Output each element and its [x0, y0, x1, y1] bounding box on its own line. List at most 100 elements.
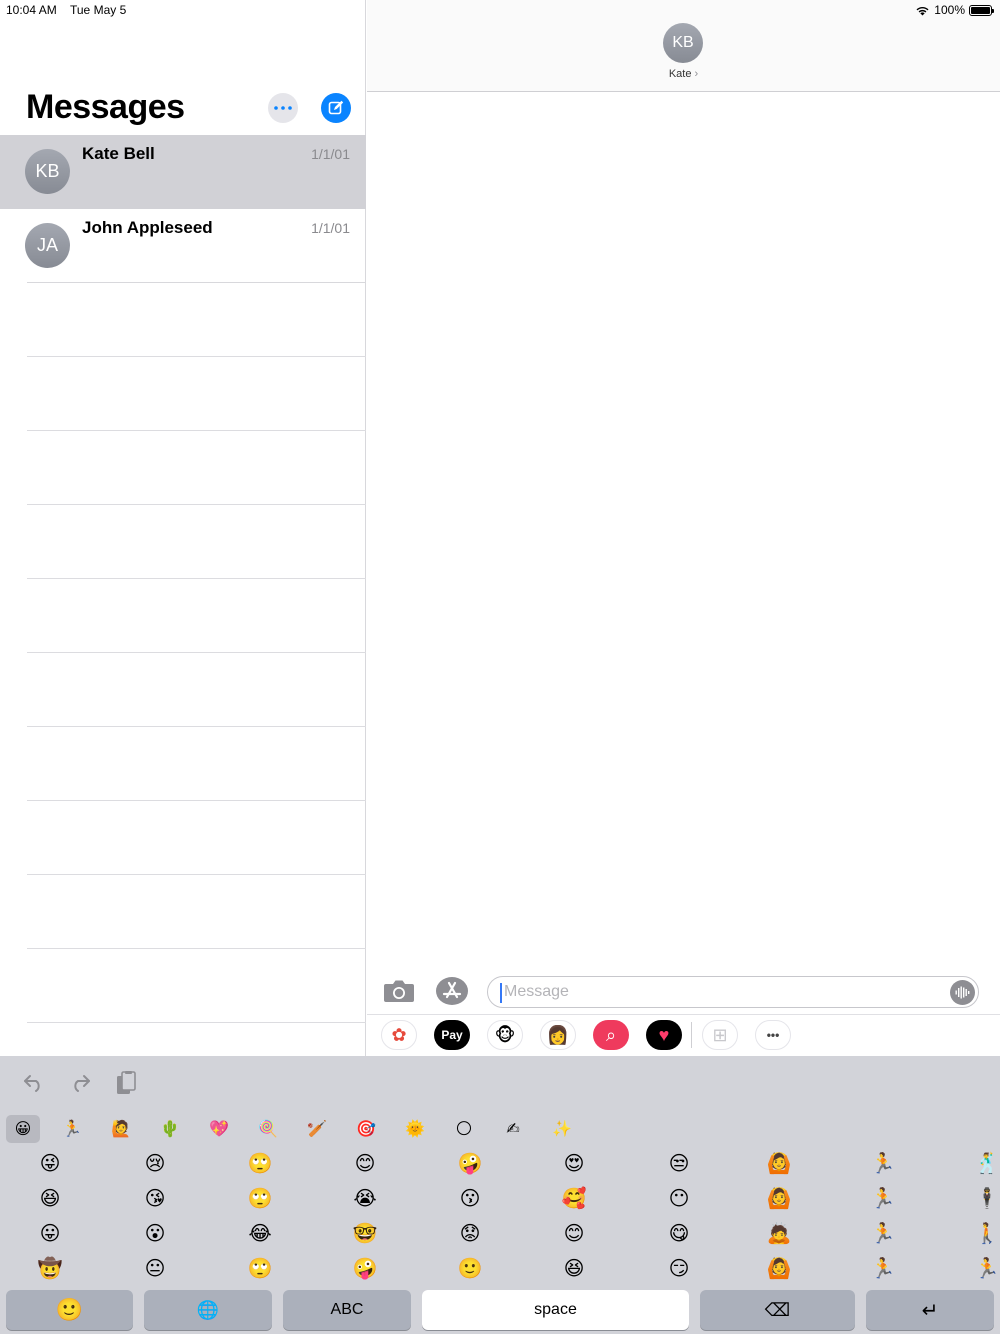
compose-icon: [328, 100, 344, 115]
apple-pay-app-icon[interactable]: Pay: [434, 1020, 470, 1050]
app-strip-separator: [691, 1022, 692, 1048]
emoji-sticker[interactable]: 🤠: [35, 1253, 65, 1283]
image-search-app-icon[interactable]: ⌕: [593, 1020, 629, 1050]
sticker-category-tab[interactable]: 🎯: [349, 1115, 383, 1143]
clipboard-icon: [117, 1071, 136, 1094]
photos-app-icon[interactable]: ✿: [381, 1020, 417, 1050]
emoji-sticker[interactable]: 😐: [140, 1253, 170, 1283]
memoji-app-icon[interactable]: 👩: [540, 1020, 576, 1050]
contact-avatar[interactable]: KB: [663, 23, 703, 63]
keyboard-toolbar: [22, 1070, 138, 1096]
emoji-sticker[interactable]: 😶: [664, 1183, 694, 1213]
emoji-sticker[interactable]: 😍: [559, 1148, 589, 1178]
conversation-sidebar: Messages KB Kate Bell 1/1/01 JA John App…: [0, 0, 366, 1056]
sticker-category-tab[interactable]: 🏃: [55, 1115, 89, 1143]
sticker-category-tab[interactable]: 🍭: [251, 1115, 285, 1143]
message-field[interactable]: [487, 976, 979, 1008]
app-store-icon: [436, 977, 468, 1005]
emoji-sticker[interactable]: 😊: [559, 1218, 589, 1248]
wifi-icon: [916, 6, 929, 15]
text-cursor: [500, 983, 502, 1003]
emoji-sticker[interactable]: 🕴: [972, 1183, 1000, 1213]
message-input[interactable]: [504, 977, 924, 1007]
emoji-sticker[interactable]: 😒: [664, 1148, 694, 1178]
emoji-sticker[interactable]: 🏃: [868, 1218, 898, 1248]
emoji-sticker[interactable]: 🙆: [764, 1253, 794, 1283]
sticker-category-tab[interactable]: 🌕: [447, 1115, 481, 1143]
status-indicators: 100%: [915, 3, 994, 17]
emoji-sticker[interactable]: 😆: [35, 1183, 65, 1213]
battery-percent: 100%: [934, 3, 965, 17]
sticker-category-tab[interactable]: 🌵: [153, 1115, 187, 1143]
space-key[interactable]: space: [422, 1290, 689, 1330]
sticker-category-tab[interactable]: 😀: [6, 1115, 40, 1143]
conversation-row[interactable]: JA John Appleseed 1/1/01: [0, 209, 366, 283]
empty-row: [27, 801, 366, 875]
emoji-sticker[interactable]: 🤓: [350, 1218, 380, 1248]
conversation-date: 1/1/01: [311, 220, 350, 236]
emoji-sticker[interactable]: 🙄: [245, 1183, 275, 1213]
sticker-category-row: 😀 🏃 🙋 🌵 💖 🍭 🏏 🎯 🌞 🌕 ✍ ✨: [6, 1115, 996, 1143]
emoji-sticker[interactable]: 😜: [35, 1148, 65, 1178]
emoji-sticker[interactable]: 😂: [245, 1218, 275, 1248]
emoji-sticker[interactable]: 😋: [664, 1218, 694, 1248]
emoji-sticker[interactable]: 🙇: [764, 1218, 794, 1248]
emoji-sticker[interactable]: 🕺: [972, 1148, 1000, 1178]
camera-button[interactable]: [383, 978, 415, 1004]
compose-button[interactable]: [321, 93, 351, 123]
more-apps-icon[interactable]: •••: [755, 1020, 791, 1050]
abc-key[interactable]: ABC: [283, 1290, 411, 1330]
emoji-sticker[interactable]: 🤪: [455, 1148, 485, 1178]
globe-key[interactable]: 🌐: [144, 1290, 272, 1330]
app-store-button[interactable]: [435, 976, 469, 1006]
status-date: Tue May 5: [70, 3, 127, 17]
sticker-category-tab[interactable]: ✍: [496, 1115, 530, 1143]
return-key[interactable]: ↵: [866, 1290, 994, 1330]
emoji-sticker[interactable]: 🏃: [868, 1253, 898, 1283]
emoji-sticker[interactable]: 😮: [140, 1218, 170, 1248]
emoji-sticker[interactable]: 🏃: [972, 1253, 1000, 1283]
conversation-name: Kate Bell: [82, 144, 155, 163]
sticker-category-tab[interactable]: 🏏: [300, 1115, 334, 1143]
emoji-sticker[interactable]: 🙆: [764, 1183, 794, 1213]
emoji-sticker[interactable]: 😊: [350, 1148, 380, 1178]
emoji-sticker[interactable]: 😗: [455, 1183, 485, 1213]
digital-touch-app-icon[interactable]: ♥: [646, 1020, 682, 1050]
delete-key[interactable]: ⌫: [700, 1290, 855, 1330]
sticker-grid-app-icon[interactable]: ⊞: [702, 1020, 738, 1050]
emoji-sticker[interactable]: 🤪: [350, 1253, 380, 1283]
emoji-sticker[interactable]: 😭: [350, 1183, 380, 1213]
contact-name-button[interactable]: Kate ›: [367, 68, 1000, 80]
emoji-sticker[interactable]: 🏃: [868, 1148, 898, 1178]
emoji-sticker[interactable]: 😛: [35, 1218, 65, 1248]
sticker-category-tab[interactable]: 💖: [202, 1115, 236, 1143]
emoji-sticker[interactable]: 🏃: [868, 1183, 898, 1213]
emoji-sticker[interactable]: 🙄: [245, 1253, 275, 1283]
emoji-sticker[interactable]: 🙂: [455, 1253, 485, 1283]
redo-button[interactable]: [68, 1070, 92, 1096]
emoji-sticker[interactable]: 😢: [140, 1148, 170, 1178]
emoji-sticker[interactable]: 😏: [664, 1253, 694, 1283]
empty-row: [27, 653, 366, 727]
paste-button[interactable]: [114, 1070, 138, 1096]
more-options-button[interactable]: [268, 93, 298, 123]
emoji-key[interactable]: 🙂: [6, 1290, 133, 1330]
emoji-sticker[interactable]: 🙄: [245, 1148, 275, 1178]
sticker-category-tab[interactable]: 🌞: [398, 1115, 432, 1143]
emoji-sticker[interactable]: 🙆: [764, 1148, 794, 1178]
sticker-category-tab[interactable]: ✨: [545, 1115, 579, 1143]
status-bar: 10:04 AM Tue May 5 100%: [0, 0, 1000, 22]
keyboard-bottom-row: 🙂 🌐 ABC space ⌫ ↵: [0, 1290, 1000, 1330]
emoji-sticker[interactable]: 🚶: [972, 1218, 1000, 1248]
emoji-sticker[interactable]: 🥰: [559, 1183, 589, 1213]
emoji-sticker[interactable]: 😘: [140, 1183, 170, 1213]
audio-message-button[interactable]: [950, 980, 975, 1005]
sticker-category-tab[interactable]: 🙋: [104, 1115, 138, 1143]
conversation-row[interactable]: KB Kate Bell 1/1/01: [0, 135, 366, 209]
empty-row: [27, 949, 366, 1023]
emoji-sticker[interactable]: 😟: [455, 1218, 485, 1248]
emoji-sticker[interactable]: 😆: [559, 1253, 589, 1283]
emoji-grid: 😜 😢 🙄 😊 🤪 😍 😒 🙆 🏃 🕺 😆 😘 🙄 😭 😗 🥰 😶 🙆 🏃 🕴 😛 😮 😂 🤓 😟 😊 😋 🙇 🏃 🚶 🤠 😐 🙄 🤪 🙂 😆 😏 🙆 🏃 🏃: [0, 1148, 1000, 1288]
undo-button[interactable]: [22, 1070, 46, 1096]
animoji-app-icon[interactable]: 🐵: [487, 1020, 523, 1050]
